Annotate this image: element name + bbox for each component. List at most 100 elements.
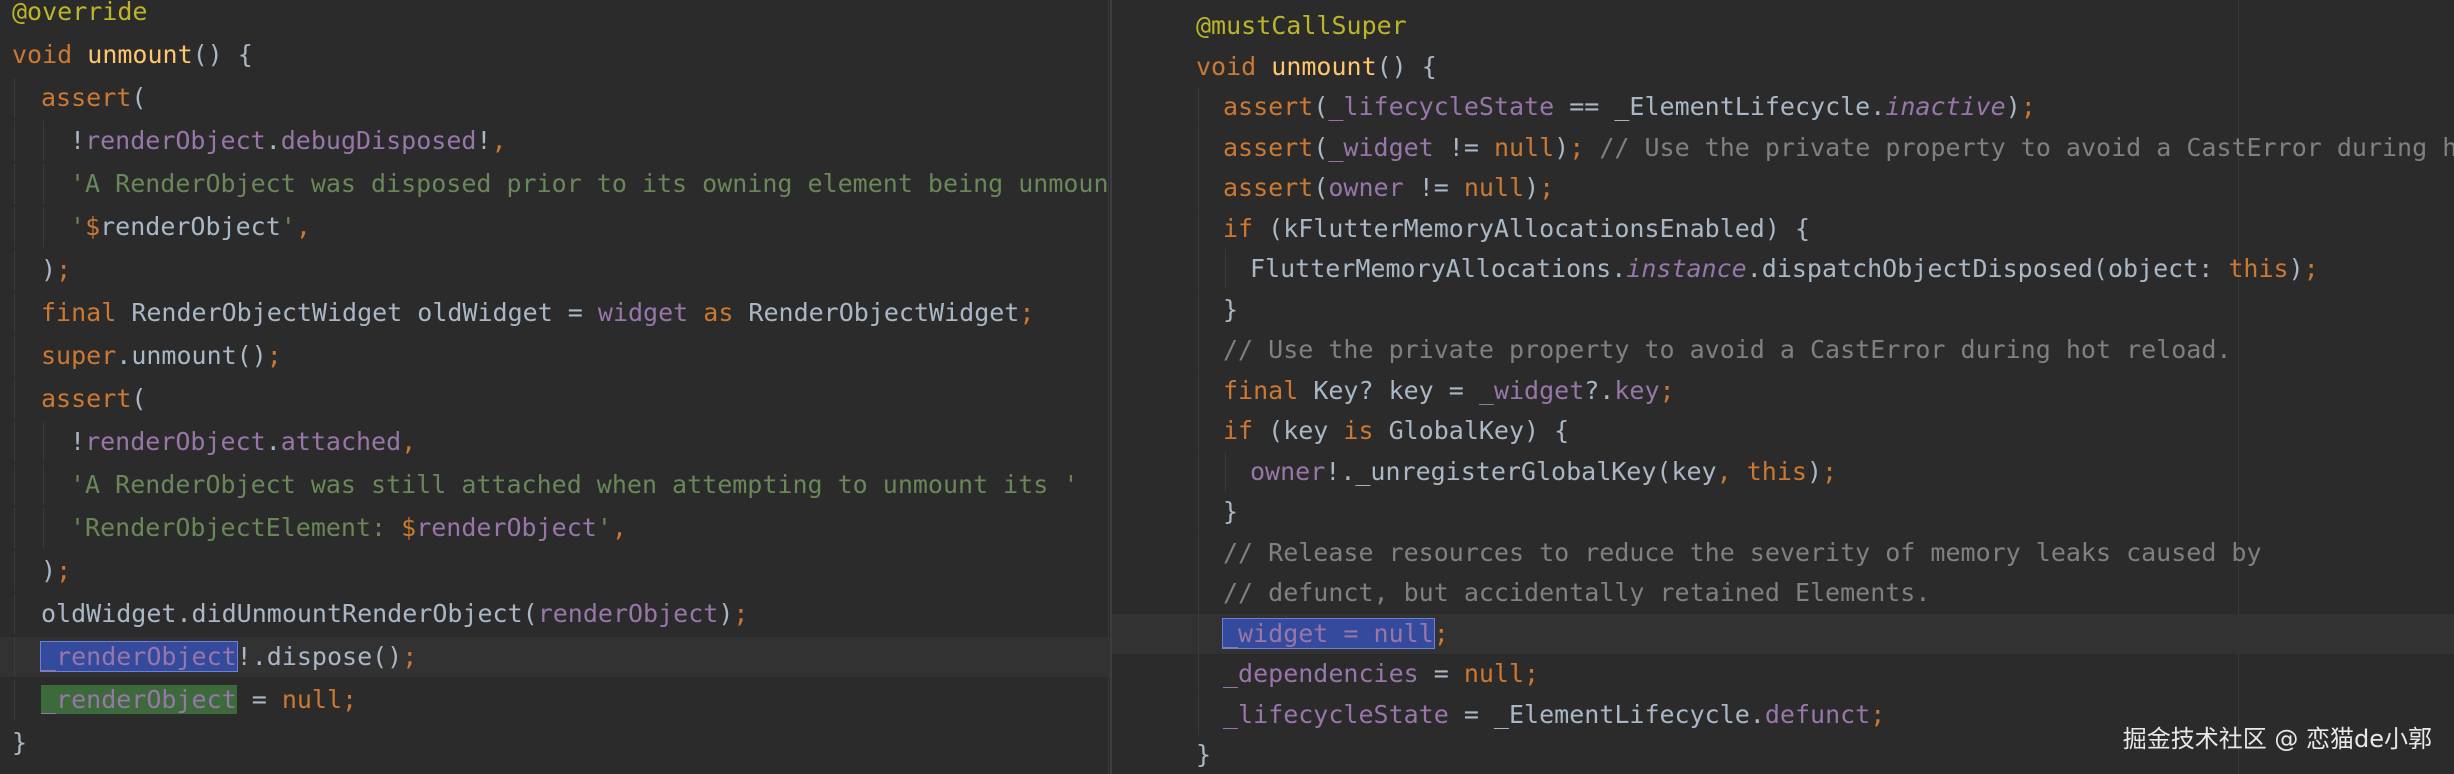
indent-guide: [1198, 249, 1199, 289]
left-code-line-8[interactable]: final RenderObjectWidget oldWidget = wid…: [0, 293, 1110, 333]
code-token: !: [476, 126, 492, 155]
right-code-line-12[interactable]: owner!._unregisterGlobalKey(key, this);: [1112, 451, 2454, 492]
right-code-line-13[interactable]: }: [1112, 492, 2454, 532]
indent-guide: [1198, 492, 1199, 532]
right-code-line-1[interactable]: @mustCallSuper: [1112, 6, 2454, 46]
code-token: Key? key =: [1313, 375, 1479, 405]
code-token: }: [1223, 497, 1239, 526]
indent-guide: [1225, 451, 1226, 492]
code-text: 'A RenderObject was still attached when …: [70, 465, 1078, 505]
code-text: assert(owner != null);: [1223, 168, 1554, 208]
code-token: final: [1223, 375, 1314, 405]
left-code-line-9[interactable]: super.unmount();: [0, 336, 1110, 376]
right-code-line-11[interactable]: if (key is GlobalKey) {: [1112, 411, 2454, 451]
left-code-line-15[interactable]: oldWidget.didUnmountRenderObject(renderO…: [0, 594, 1110, 634]
code-token: ;: [1870, 699, 1886, 729]
indent-guide: [1198, 208, 1199, 249]
indent-guide: [43, 164, 44, 204]
indent-guide: [14, 508, 15, 548]
code-token: =: [1418, 659, 1464, 688]
code-token: @override: [12, 0, 148, 26]
code-token: null: [281, 685, 343, 714]
code-token: =: [236, 685, 282, 714]
indent-guide: [14, 594, 15, 634]
left-code-line-11[interactable]: !renderObject.attached,: [0, 422, 1110, 462]
right-code-line-10[interactable]: final Key? key = _widget?.key;: [1112, 370, 2454, 411]
indent-guide: [14, 680, 15, 720]
indent-guide: [14, 465, 15, 505]
left-code-line-7[interactable]: );: [0, 250, 1110, 290]
code-token: assert: [1223, 92, 1314, 121]
left-code-line-16[interactable]: _renderObject!.dispose();: [0, 637, 1110, 677]
code-text: }: [12, 723, 27, 763]
left-code-editor[interactable]: @override void unmount() {assert(!renderO…: [0, 0, 1110, 774]
code-token: (: [1313, 92, 1329, 121]
code-token: ;: [1019, 298, 1035, 327]
code-token: null: [1463, 173, 1525, 202]
code-text: @override: [12, 0, 147, 32]
code-text: }: [1196, 735, 1211, 774]
code-token: ,: [295, 212, 311, 241]
code-token: ;: [266, 341, 282, 370]
left-code-line-6[interactable]: '$renderObject',: [0, 207, 1110, 247]
right-code-line-4[interactable]: assert(_widget != null); // Use the priv…: [1112, 127, 2454, 168]
left-code-line-13[interactable]: 'RenderObjectElement: $renderObject',: [0, 508, 1110, 548]
code-token: ,: [1716, 456, 1747, 486]
code-token: ;: [1822, 456, 1838, 486]
right-code-line-9[interactable]: // Use the private property to avoid a C…: [1112, 330, 2454, 370]
left-code-line-2[interactable]: void unmount() {: [0, 35, 1110, 75]
code-text: _lifecycleState = _ElementLifecycle.defu…: [1223, 695, 1885, 735]
code-token: (: [131, 384, 147, 413]
code-text: !renderObject.attached,: [70, 422, 416, 462]
code-token: !: [70, 126, 86, 155]
code-token: .dispatchObjectDisposed(object:: [1746, 254, 2229, 283]
right-code-line-3[interactable]: assert(_lifecycleState == _ElementLifecy…: [1112, 87, 2454, 127]
left-code-line-17[interactable]: _renderObject = null;: [0, 680, 1110, 720]
right-code-line-7[interactable]: FlutterMemoryAllocations.instance.dispat…: [1112, 249, 2454, 289]
indent-guide: [1225, 249, 1226, 289]
code-token: ): [1806, 456, 1822, 486]
indent-guide: [14, 207, 15, 247]
code-token: assert: [41, 384, 132, 413]
code-text: oldWidget.didUnmountRenderObject(renderO…: [41, 594, 748, 634]
code-token: ;: [733, 599, 749, 628]
left-code-line-1[interactable]: @override: [0, 0, 1110, 32]
code-token: ;: [1524, 659, 1540, 688]
code-token: == _ElementLifecycle.: [1554, 92, 1886, 121]
code-token: ;: [342, 685, 358, 714]
right-code-line-15[interactable]: // defunct, but accidentally retained El…: [1112, 573, 2454, 613]
code-text: @mustCallSuper: [1196, 6, 1407, 46]
code-text: super.unmount();: [41, 336, 282, 376]
right-code-line-14[interactable]: // Release resources to reduce the sever…: [1112, 532, 2454, 573]
code-token: super: [41, 341, 117, 370]
code-token: as: [703, 298, 749, 327]
code-token: $: [401, 513, 417, 542]
left-code-line-14[interactable]: );: [0, 551, 1110, 591]
code-token: ;: [1433, 618, 1449, 648]
code-token: FlutterMemoryAllocations.: [1250, 254, 1627, 283]
right-code-line-5[interactable]: assert(owner != null);: [1112, 168, 2454, 208]
code-token: _renderObject: [40, 641, 238, 672]
right-code-line-6[interactable]: if (kFlutterMemoryAllocationsEnabled) {: [1112, 208, 2454, 249]
code-token: this: [2228, 254, 2289, 283]
code-token: 'A RenderObject was disposed prior to it…: [70, 169, 1110, 198]
left-code-line-18[interactable]: }: [0, 723, 1110, 763]
right-code-line-8[interactable]: }: [1112, 289, 2454, 330]
left-code-line-10[interactable]: assert(: [0, 379, 1110, 419]
left-code-line-12[interactable]: 'A RenderObject was still attached when …: [0, 465, 1110, 505]
code-text: _renderObject = null;: [41, 680, 357, 720]
right-code-editor[interactable]: @mustCallSuper void unmount() {assert(_li…: [1112, 0, 2454, 774]
code-token: _renderObject: [41, 685, 237, 714]
code-token: ,: [611, 513, 627, 542]
left-code-line-5[interactable]: 'A RenderObject was disposed prior to it…: [0, 164, 1110, 204]
code-token: (key: [1268, 416, 1344, 445]
indent-guide: [1198, 532, 1199, 573]
right-code-line-2[interactable]: void unmount() {: [1112, 47, 2454, 87]
left-code-line-4[interactable]: !renderObject.debugDisposed!,: [0, 121, 1110, 161]
left-code-line-3[interactable]: assert(: [0, 78, 1110, 118]
code-token: .unmount(): [116, 341, 267, 370]
code-token: _widget: [1328, 132, 1434, 162]
code-token: 'A RenderObject was still attached when …: [70, 470, 1079, 499]
right-code-line-17[interactable]: _dependencies = null;: [1112, 654, 2454, 694]
right-code-line-16[interactable]: _widget = null;: [1112, 613, 2454, 654]
